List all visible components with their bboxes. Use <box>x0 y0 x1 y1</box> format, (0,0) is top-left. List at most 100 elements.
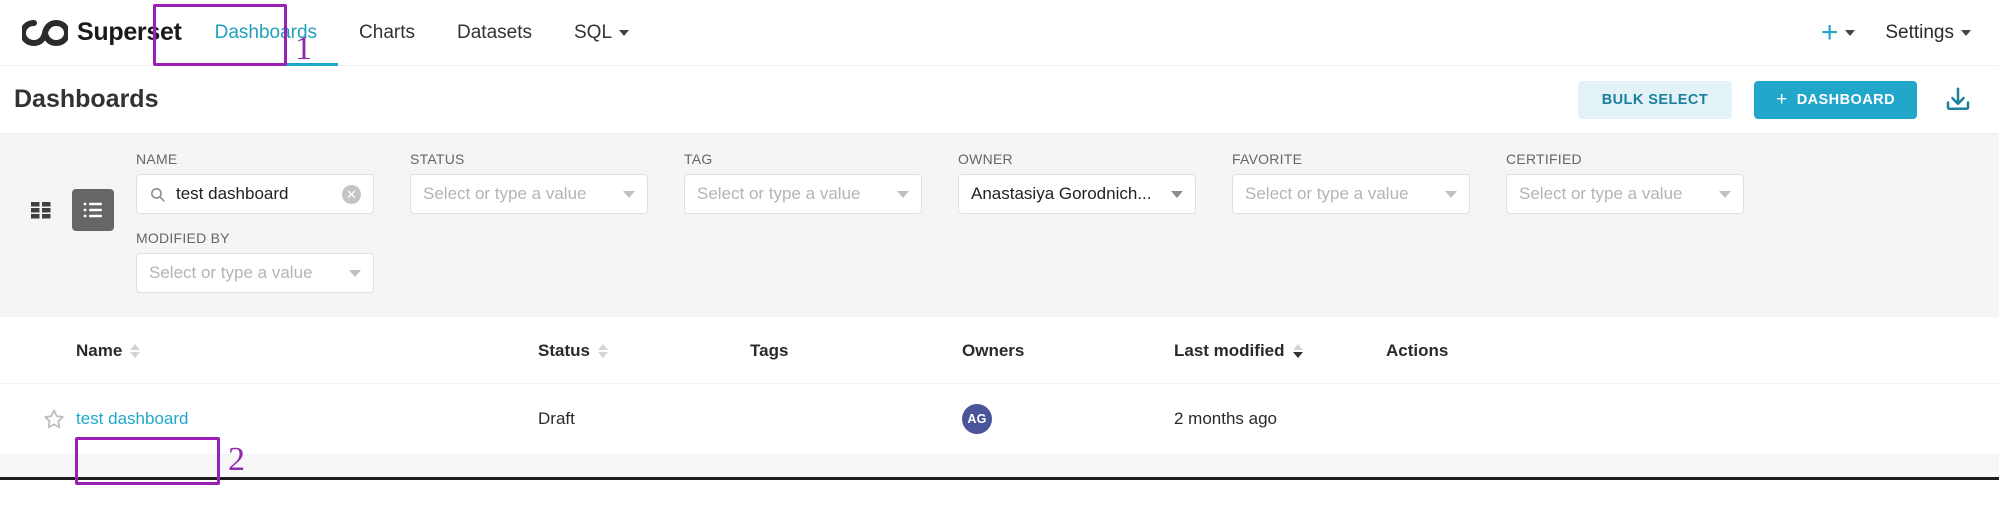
modified-by-select[interactable]: Select or type a value <box>136 253 374 293</box>
column-name[interactable]: Name <box>76 317 538 384</box>
filter-tag-label: TAG <box>684 151 922 167</box>
column-name-label: Name <box>76 341 122 361</box>
filter-modified-by: MODIFIED BY Select or type a value <box>136 230 374 293</box>
nav-links: Dashboards Charts Datasets SQL <box>194 0 650 65</box>
column-last-modified[interactable]: Last modified <box>1174 317 1386 384</box>
status-select[interactable]: Select or type a value <box>410 174 648 214</box>
filter-favorite-label: FAVORITE <box>1232 151 1470 167</box>
chevron-down-icon <box>619 30 629 36</box>
table-footer <box>0 455 1999 477</box>
settings-menu[interactable]: Settings <box>1885 22 1971 44</box>
view-toggles <box>20 189 114 231</box>
owner-select[interactable]: Anastasiya Gorodnich... <box>958 174 1196 214</box>
name-search-input[interactable]: test dashboard ✕ <box>136 174 374 214</box>
filter-modified-by-label: MODIFIED BY <box>136 230 374 246</box>
list-view-toggle[interactable] <box>72 189 114 231</box>
certified-select-placeholder: Select or type a value <box>1519 184 1682 204</box>
column-tags: Tags <box>750 317 962 384</box>
filter-favorite: FAVORITE Select or type a value <box>1232 151 1470 214</box>
chevron-down-icon <box>349 270 361 277</box>
filter-tag: TAG Select or type a value <box>684 151 922 214</box>
chevron-down-icon <box>1445 191 1457 198</box>
plus-icon: + <box>1821 22 1839 44</box>
nav-link-datasets-label: Datasets <box>457 22 532 44</box>
column-favorite <box>0 317 76 384</box>
clear-search-icon[interactable]: ✕ <box>342 185 361 204</box>
column-tags-label: Tags <box>750 341 788 361</box>
dashboards-table: Name Status Tags <box>0 317 1999 477</box>
settings-label: Settings <box>1885 22 1954 44</box>
chevron-down-icon <box>897 191 909 198</box>
grid-view-icon <box>29 198 53 222</box>
column-owners-label: Owners <box>962 341 1024 361</box>
row-favorite-cell <box>0 384 76 455</box>
nav-link-charts-label: Charts <box>359 22 415 44</box>
nav-link-dashboards-label: Dashboards <box>215 22 317 44</box>
favorite-select[interactable]: Select or type a value <box>1232 174 1470 214</box>
filter-certified: CERTIFIED Select or type a value <box>1506 151 1744 214</box>
filter-status: STATUS Select or type a value <box>410 151 648 214</box>
chevron-down-icon <box>1719 191 1731 198</box>
nav-link-datasets[interactable]: Datasets <box>436 0 553 66</box>
nav-link-charts[interactable]: Charts <box>338 0 436 66</box>
nav-link-sql[interactable]: SQL <box>553 0 650 66</box>
nav-link-sql-label: SQL <box>574 22 612 44</box>
name-search-value: test dashboard <box>176 184 342 204</box>
card-view-toggle[interactable] <box>20 189 62 231</box>
top-navbar: Superset Dashboards Charts Datasets SQL … <box>0 0 1999 66</box>
import-dashboard-button[interactable] <box>1939 85 1977 115</box>
superset-dashboards-page: Superset Dashboards Charts Datasets SQL … <box>0 0 1999 516</box>
star-outline-icon[interactable] <box>42 407 66 431</box>
filter-controls: NAME test dashboard ✕ STATUS Select or t… <box>136 151 1977 299</box>
page-subheader: Dashboards BULK SELECT + DASHBOARD <box>0 66 1999 133</box>
filter-name-label: NAME <box>136 151 374 167</box>
infinity-logo-icon <box>22 20 68 46</box>
column-actions: Actions <box>1386 317 1999 384</box>
sort-icon[interactable] <box>130 344 140 358</box>
bottom-rule <box>0 477 1999 480</box>
tag-select[interactable]: Select or type a value <box>684 174 922 214</box>
brand[interactable]: Superset <box>22 18 182 47</box>
new-dashboard-label: DASHBOARD <box>1797 92 1895 108</box>
status-select-placeholder: Select or type a value <box>423 184 586 204</box>
filter-owner-label: OWNER <box>958 151 1196 167</box>
subheader-actions: BULK SELECT + DASHBOARD <box>1578 81 1977 119</box>
column-owners: Owners <box>962 317 1174 384</box>
filter-name: NAME test dashboard ✕ <box>136 151 374 214</box>
plus-icon: + <box>1776 90 1788 109</box>
chevron-down-icon <box>1845 30 1855 36</box>
column-last-modified-label: Last modified <box>1174 341 1285 361</box>
filter-status-label: STATUS <box>410 151 648 167</box>
table-header-row: Name Status Tags <box>0 317 1999 384</box>
row-name-cell: test dashboard <box>76 384 538 455</box>
search-icon <box>149 186 166 203</box>
chevron-down-icon <box>623 191 635 198</box>
filter-owner: OWNER Anastasiya Gorodnich... <box>958 151 1196 214</box>
chevron-down-icon <box>1171 191 1183 198</box>
nav-link-dashboards[interactable]: Dashboards <box>194 0 338 66</box>
sort-icon[interactable] <box>598 344 608 358</box>
column-actions-label: Actions <box>1386 341 1448 361</box>
avatar[interactable]: AG <box>962 404 992 434</box>
filter-bar: NAME test dashboard ✕ STATUS Select or t… <box>0 133 1999 317</box>
tag-select-placeholder: Select or type a value <box>697 184 860 204</box>
bulk-select-button[interactable]: BULK SELECT <box>1578 81 1732 119</box>
import-download-icon <box>1943 85 1973 115</box>
page-title: Dashboards <box>14 85 158 114</box>
list-view-icon <box>81 198 105 222</box>
navbar-right: + Settings <box>1821 22 1977 44</box>
column-status-label: Status <box>538 341 590 361</box>
table-row: test dashboard Draft AG 2 months ago <box>0 384 1999 455</box>
chevron-down-icon <box>1961 30 1971 36</box>
owner-select-value: Anastasiya Gorodnich... <box>971 184 1151 204</box>
modified-by-select-placeholder: Select or type a value <box>149 263 312 283</box>
dashboard-name-link[interactable]: test dashboard <box>76 409 188 428</box>
certified-select[interactable]: Select or type a value <box>1506 174 1744 214</box>
column-status[interactable]: Status <box>538 317 750 384</box>
new-item-menu[interactable]: + <box>1821 22 1856 44</box>
new-dashboard-button[interactable]: + DASHBOARD <box>1754 81 1917 119</box>
sort-icon[interactable] <box>1293 344 1303 358</box>
row-owners-cell: AG <box>962 384 1174 455</box>
filter-certified-label: CERTIFIED <box>1506 151 1744 167</box>
row-status-cell: Draft <box>538 384 750 455</box>
